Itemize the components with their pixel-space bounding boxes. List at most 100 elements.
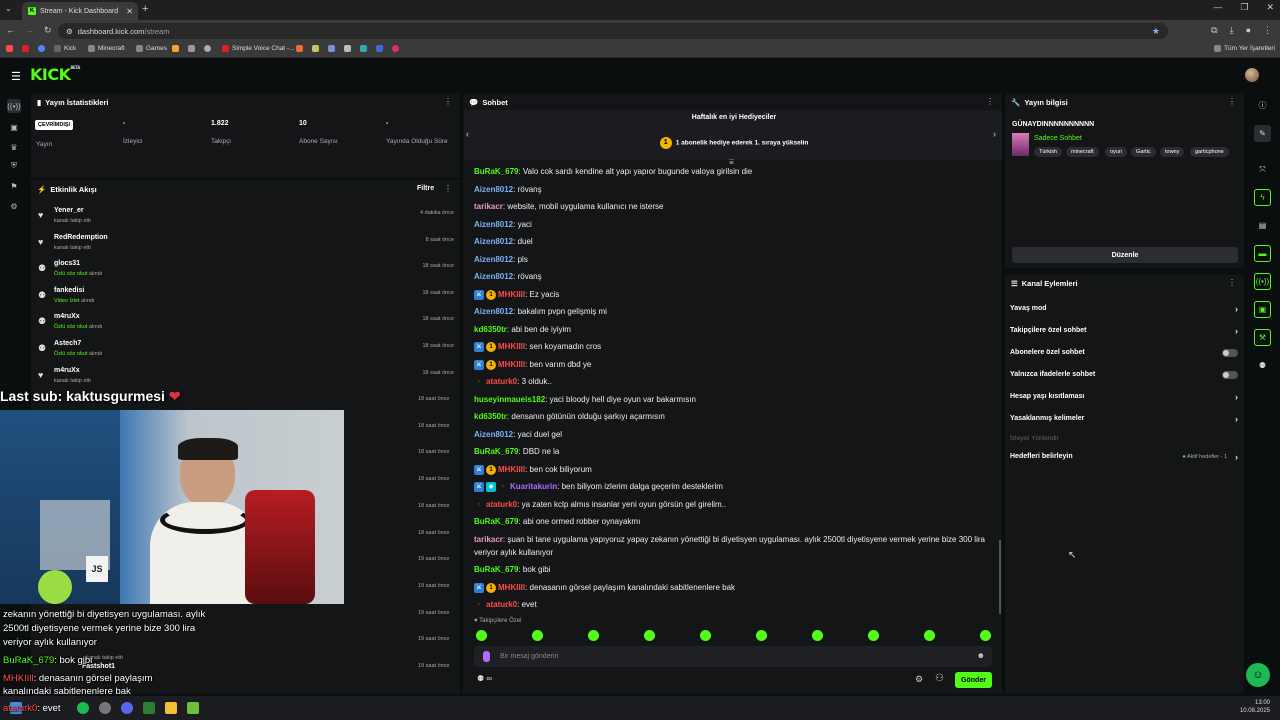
video-icon[interactable]: ▣ [7,120,21,134]
chat-message[interactable]: ♆ ataturk0: ya zaten kclp almıs insanlar … [474,500,994,510]
emote-icon[interactable] [588,630,599,641]
feed-row[interactable]: ⚉ fankedisi Video İzlet alındı 18 saat önce [32,284,460,311]
chat-username[interactable]: tarikacr [474,535,503,544]
emote-icon[interactable] [756,630,767,641]
chat-username[interactable]: MHKIIll [498,465,525,474]
stream-icon[interactable]: ((•)) [7,99,21,113]
menu-icon[interactable]: ⋮ [1263,25,1272,36]
chat-message[interactable]: ⚔ 1 MHKIIll: sen koyamadın cros [474,342,994,352]
shield-icon[interactable]: ⛨ [7,159,21,173]
channel-actions-menu-icon[interactable]: ⋮ [1228,278,1236,287]
channel-action[interactable]: Yalnızca ifadelerle sohbet [1010,371,1242,379]
community-icon[interactable]: ⚑ [7,179,21,193]
chat-message[interactable]: ♆ ataturk0: evet [474,600,994,610]
spotify-icon[interactable] [77,702,89,714]
chat-message[interactable]: kd6350tr: abi ben de iyiyim [474,325,994,334]
chat-username[interactable]: Aizen8012 [474,185,513,194]
trophy-icon[interactable]: ♛ [7,140,21,154]
bookmark-youtube-icon[interactable] [22,45,29,52]
chat-username[interactable]: Aizen8012 [474,220,513,229]
chat-settings-icon[interactable]: ⚙ [915,674,923,685]
chat-message[interactable]: BuRaK_679: abi one ormed robber oynayakm… [474,517,994,526]
chat-message[interactable]: BuRaK_679: Valo cok sardı kendine alt ya… [474,167,994,176]
chat-username[interactable]: MHKIIll [498,290,525,299]
chat-message[interactable]: BuRaK_679: DBD ne la [474,447,994,456]
maximize-icon[interactable]: ❐ [1240,2,1248,13]
chat-message[interactable]: ⚔ 1 MHKIIll: denasanın görsel paylaşım kan… [474,582,994,593]
tab-close-icon[interactable]: ✕ [126,7,133,16]
stats-menu-icon[interactable]: ⋮ [444,97,452,106]
profile-icon[interactable]: ● [1246,25,1251,36]
bookmark-minecraft[interactable]: Minecraft [88,45,125,52]
feed-row[interactable]: ♥ RedRedemption kanalı takip etti 8 saat ön… [32,231,460,258]
chat-username[interactable]: ataturk0 [486,377,517,386]
bookmark-orange-icon[interactable] [172,45,179,52]
chat-message[interactable]: ♆ ataturk0: 3 olduk.. [474,377,994,387]
channel-action[interactable]: Hesap yaşı kısıtlaması › [1010,392,1242,402]
chat-username[interactable]: kd6350tr [474,412,507,421]
chat-message[interactable]: Aizen8012: duel [474,237,994,246]
expand-icon[interactable]: ⤧ [1254,161,1271,178]
chat-username[interactable]: Aizen8012 [474,255,513,264]
tools-rail-icon[interactable]: ⚒ [1254,329,1271,346]
chat-username[interactable]: Aizen8012 [474,307,513,316]
channel-action[interactable]: Yasaklanmış kelimeler › [1010,414,1242,424]
emote-icon[interactable] [700,630,711,641]
folder-icon[interactable] [165,702,177,714]
chat-username[interactable]: Aizen8012 [474,430,513,439]
emote-icon[interactable] [812,630,823,641]
emote-icon[interactable] [476,630,487,641]
edit-button[interactable]: Düzenle [1012,247,1238,263]
bookmark-teal-icon[interactable] [360,45,367,52]
chat-username[interactable]: Aizen8012 [474,272,513,281]
bookmark-star-icon[interactable]: ★ [1152,26,1160,37]
chat-message[interactable]: ⚔ 1 MHKIIll: ben cok biliyorum [474,464,994,475]
emote-icon[interactable] [868,630,879,641]
download-icon[interactable]: ⤓ [1230,25,1234,36]
chat-username[interactable]: ataturk0 [486,500,517,509]
chat-username[interactable]: tarikacr [474,202,503,211]
mic-icon[interactable] [483,651,490,662]
kick-logo[interactable]: KICKBETA [30,65,80,84]
support-chat-icon[interactable]: ☺ [1246,663,1270,687]
chat-message[interactable]: Aizen8012: pls [474,255,994,264]
channel-action[interactable]: Abonelere özel sohbet [1010,349,1242,357]
chat-username[interactable]: huseyinmaueis182 [474,395,545,404]
feed-row[interactable]: ♥ Yener_er kanalı takip etti 4 dakika önce [32,204,460,231]
new-tab-icon[interactable]: + [142,3,148,15]
toggle-switch[interactable] [1222,349,1238,357]
reload-icon[interactable]: ↻ [44,25,52,36]
channel-points[interactable]: ⚉ ∞ [477,674,492,683]
bookmark-apps-icon[interactable] [6,45,13,52]
chat-message[interactable]: tarikacr: website, mobil uygulama kullan… [474,202,994,211]
stream-info-menu-icon[interactable]: ⋮ [1228,97,1236,106]
set-goals-action[interactable]: Hedefleri belirleyin ● Aktif hedefler - … [1010,452,1242,462]
bookmark-chrome-icon[interactable] [38,45,45,52]
minecraft-icon[interactable] [187,702,199,714]
chat-username[interactable]: MHKIIll [498,360,525,369]
chat-username[interactable]: kd6350tr [474,325,507,334]
chat-message[interactable]: Aizen8012: rövanş [474,185,994,194]
emote-icon[interactable] [644,630,655,641]
edit-pencil-icon[interactable]: ✎ [1254,125,1271,142]
document-icon[interactable]: ▤ [1254,217,1271,234]
close-window-icon[interactable]: ✕ [1266,2,1274,13]
chat-username[interactable]: MHKIIll [498,583,525,592]
chat-input[interactable]: Bir mesaj gönderin ☻ [474,646,992,667]
bot-icon[interactable]: ⚇ [935,673,944,684]
bookmark-red-icon[interactable] [392,45,399,52]
chat-message[interactable]: ⚔ 1 MHKIIll: Ez yacis [474,289,994,300]
chat-message[interactable]: Aizen8012: yaci [474,220,994,229]
chat-message[interactable]: huseyinmaueis182: yaci bloody hell diye … [474,395,994,404]
chat-message[interactable]: kd6350tr: densanın götünün olduğu şarkıy… [474,412,994,421]
excel-icon[interactable] [143,702,155,714]
forward-icon[interactable]: → [25,25,34,36]
chat-message-long[interactable]: tarikacr: şuan bi tane uygulama yapıyoru… [474,533,994,559]
feed-row[interactable]: ⚉ glocs31 Özlü söz okut alındı 18 saat önce [32,257,460,284]
bookmark-gear-icon[interactable] [312,45,319,52]
flash-icon[interactable]: ϟ [1254,189,1271,206]
channel-action[interactable]: Takipçilere özel sohbet › [1010,326,1242,336]
chat-username[interactable]: BuRaK_679 [474,565,518,574]
settings-icon[interactable]: ⚙ [7,199,21,213]
browser-tab-active[interactable]: K Stream - Kick Dashboard ✕ [22,2,138,20]
